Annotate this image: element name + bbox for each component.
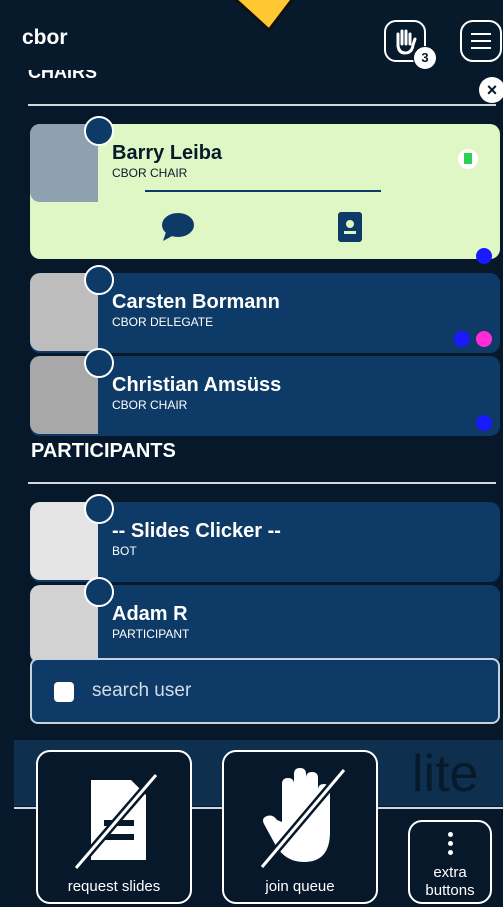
mobile-icon — [84, 577, 114, 607]
participants-section-title: PARTICIPANTS — [31, 440, 176, 462]
top-bar: cbor 3 — [14, 0, 503, 78]
slides-indicator-icon — [458, 149, 478, 169]
close-icon[interactable]: × — [479, 77, 503, 103]
raised-hand-icon — [258, 767, 348, 870]
brand-lite: lite — [412, 745, 479, 803]
app-frame: cbor 3 CHAIRS × Barry Leiba CBOR CHAIR C… — [14, 0, 503, 907]
member-name: Christian Amsüss — [112, 374, 282, 396]
join-queue-label: join queue — [265, 878, 335, 895]
member-role: BOT — [112, 544, 137, 558]
chair-card-carsten-bormann[interactable]: Carsten Bormann CBOR DELEGATE — [30, 265, 500, 353]
member-name: -- Slides Clicker -- — [112, 520, 281, 542]
member-role: PARTICIPANT — [112, 627, 190, 641]
pointer-arrow-icon — [233, 0, 294, 33]
search-box[interactable]: search user — [30, 658, 500, 724]
slides-icon — [72, 772, 160, 870]
chairs-section-title: CHAIRS — [28, 70, 98, 82]
status-dot — [476, 248, 492, 264]
chair-card-christian-amsuess[interactable]: Christian Amsüss CBOR CHAIR — [30, 348, 500, 436]
member-role: CBOR CHAIR — [112, 398, 188, 412]
divider — [28, 104, 496, 106]
member-name: Adam R — [112, 603, 188, 625]
member-role: CBOR CHAIR — [112, 166, 188, 180]
home-icon — [84, 494, 114, 524]
status-dot — [454, 331, 470, 347]
join-queue-button[interactable]: join queue — [222, 750, 378, 904]
participant-card-adam-r[interactable]: Adam R PARTICIPANT — [30, 577, 500, 665]
contact-card-icon[interactable] — [338, 212, 362, 242]
info-icon — [84, 116, 114, 146]
status-dot — [476, 415, 492, 431]
request-slides-button[interactable]: request slides — [36, 750, 192, 904]
chat-icon[interactable] — [161, 212, 195, 242]
app-title: cbor — [22, 26, 68, 49]
menu-icon — [471, 33, 491, 35]
search-input[interactable]: search user — [92, 680, 191, 702]
participant-card-slides-clicker[interactable]: -- Slides Clicker -- BOT — [30, 494, 500, 582]
info-icon — [84, 265, 114, 295]
extra-buttons-button[interactable]: extra buttons — [408, 820, 492, 904]
search-icon — [54, 682, 74, 702]
extra-buttons-label-2: buttons — [425, 882, 475, 899]
extra-buttons-label-1: extra — [433, 864, 467, 881]
member-name: Barry Leiba — [112, 142, 223, 164]
member-name: Carsten Bormann — [112, 291, 280, 313]
more-vertical-icon — [448, 832, 453, 856]
separator-line — [145, 190, 381, 192]
chair-card-barry-leiba[interactable]: Barry Leiba CBOR CHAIR — [30, 116, 500, 259]
menu-button[interactable] — [460, 20, 502, 62]
divider — [28, 482, 496, 484]
home-icon — [84, 348, 114, 378]
request-slides-label: request slides — [67, 878, 161, 895]
member-role: CBOR DELEGATE — [112, 315, 214, 329]
queue-count-badge: 3 — [413, 46, 437, 70]
status-dot — [476, 331, 492, 347]
